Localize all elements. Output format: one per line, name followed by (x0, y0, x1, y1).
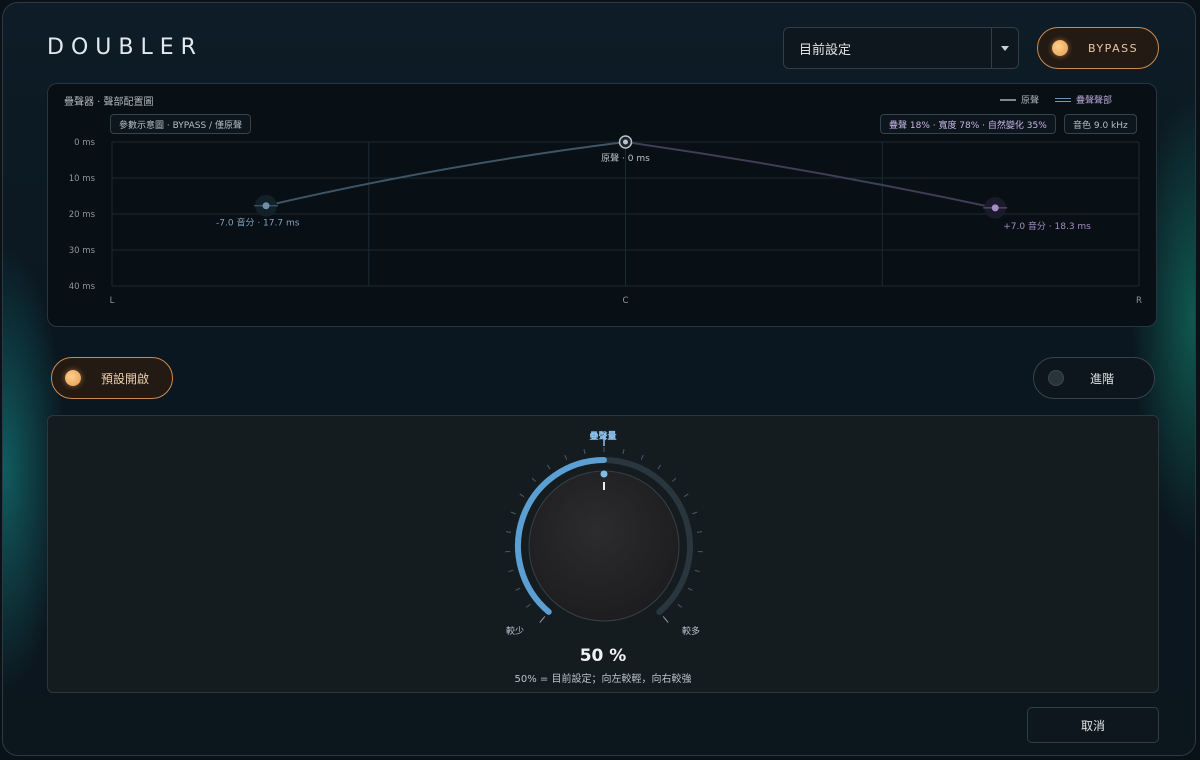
knob-tick (531, 477, 536, 482)
knob-tick (622, 448, 625, 455)
left-voice-curve (265, 141, 626, 207)
knob-tick (505, 531, 512, 533)
voice-graph-panel: 0 ms 10 ms 20 ms 30 ms 40 ms L C R -7.0 音分 · 17.… (47, 83, 1157, 327)
legend-original-label: 原聲 (1020, 96, 1039, 106)
graph-params-chip: 疊聲 18% · 寬度 78% · 自然變化 35% (880, 114, 1056, 134)
knob-panel: 疊聲量 較少 較多 50 % 50% = 目前設定；向左較輕，向右較強 (47, 415, 1159, 693)
knob-tick (696, 531, 703, 533)
knob-value: 50 % (579, 646, 627, 666)
doubler-window: DOUBLER 目前設定 BYPASS 0 ms 10 ms 20 ms 30 ms 4… (2, 2, 1196, 756)
knob-tick (677, 603, 682, 608)
dropdown-arrow[interactable] (991, 28, 1018, 68)
preset-dropdown-value: 目前設定 (799, 42, 852, 58)
advanced-led-icon (1048, 370, 1064, 386)
preset-toggle-label: 預設開啟 (101, 371, 150, 386)
cancel-button[interactable]: 取消 (1027, 707, 1159, 743)
knob-tick (687, 587, 693, 591)
bypass-led-icon (1052, 40, 1068, 56)
advanced-toggle[interactable]: 進階 (1033, 357, 1155, 399)
graph-legend: 原聲 疊聲聲部 (999, 93, 1112, 106)
bypass-button[interactable]: BYPASS (1037, 27, 1159, 69)
knob-max-mark (662, 616, 669, 623)
preset-led-icon (65, 370, 81, 386)
y-tick-label: 40 ms (69, 282, 96, 292)
app-title: DOUBLER (47, 35, 203, 60)
right-voice-label: +7.0 音分 · 18.3 ms (1003, 220, 1091, 232)
bypass-label: BYPASS (1088, 41, 1139, 55)
knob-tick (564, 454, 568, 460)
graph-params-text: 疊聲 18% · 寬度 78% · 自然變化 35% (889, 120, 1047, 131)
preset-dropdown[interactable]: 目前設定 (783, 27, 1019, 69)
y-tick-label: 20 ms (69, 210, 96, 220)
legend-doubled: 疊聲聲部 (1054, 93, 1112, 106)
knob-tick (692, 511, 698, 515)
right-voice-curve (625, 141, 996, 209)
knob-tick (546, 464, 551, 470)
y-tick-label: 30 ms (69, 246, 96, 256)
knob-max-label: 較多 (682, 627, 701, 637)
knob-tick (694, 569, 700, 573)
x-tick-label: C (623, 296, 629, 306)
y-tick-label: 10 ms (69, 174, 96, 184)
graph-tone-chip: 音色 9.0 kHz (1064, 114, 1137, 134)
legend-doubled-swatch (1054, 97, 1071, 102)
legend-original: 原聲 (999, 93, 1039, 106)
knob-title: 疊聲量 (589, 432, 617, 442)
knob-tick (640, 454, 644, 460)
knob-tick (583, 448, 586, 455)
knob-tick (657, 464, 662, 470)
knob-tick (672, 477, 677, 482)
knob-body (528, 470, 680, 622)
x-tick-label: R (1136, 296, 1142, 306)
knob-min-mark (539, 616, 546, 623)
y-tick-label: 0 ms (74, 138, 95, 148)
preset-on-toggle[interactable]: 預設開啟 (51, 357, 173, 399)
left-voice-label: -7.0 音分 · 17.7 ms (216, 217, 300, 229)
knob-tick (526, 603, 531, 608)
knob-min-label: 較少 (506, 627, 525, 637)
graph-title: 疊聲器 · 聲部配置圖 (64, 97, 154, 108)
knob-tick (515, 587, 521, 591)
center-voice-point (623, 139, 628, 145)
advanced-toggle-label: 進階 (1090, 371, 1115, 386)
knob-tick (683, 493, 689, 498)
knob-pointer-dot (600, 470, 608, 478)
graph-mode-chip: 參數示意圖 · BYPASS / 僅原聲 (110, 114, 251, 134)
right-voice-point (991, 204, 999, 212)
x-tick-label: L (110, 296, 115, 306)
chevron-down-icon (1001, 45, 1009, 51)
legend-doubled-label: 疊聲聲部 (1075, 96, 1112, 106)
center-voice-label: 原聲 · 0 ms (601, 153, 650, 164)
left-voice-point (262, 202, 270, 210)
knob-hint: 50% = 目前設定；向左較輕，向右較強 (514, 674, 692, 685)
legend-original-swatch (999, 98, 1016, 101)
knob-tick (519, 493, 525, 498)
knob-tick (508, 569, 514, 573)
knob-tick (510, 511, 516, 515)
